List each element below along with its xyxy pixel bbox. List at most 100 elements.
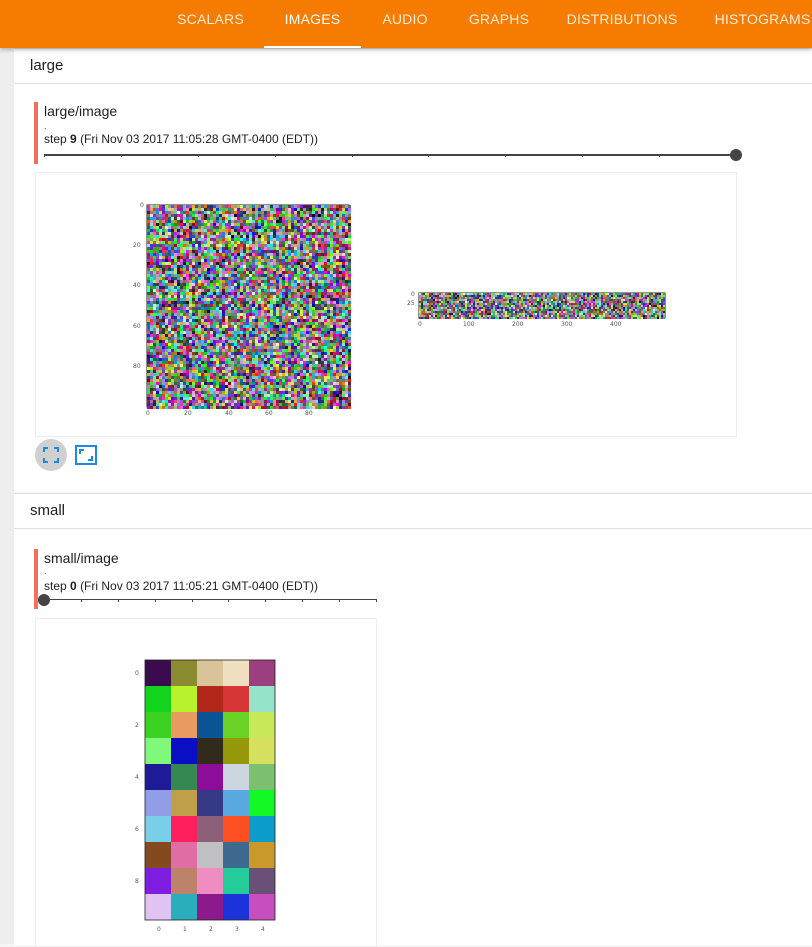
tab-histograms[interactable]: HISTOGRAMS	[700, 0, 812, 48]
tab-scalars[interactable]: SCALARS	[163, 0, 258, 48]
slider-tick	[44, 154, 45, 157]
grid-cell	[197, 660, 223, 686]
tab-graphs[interactable]: GRAPHS	[455, 0, 543, 48]
grid-cell	[145, 816, 171, 842]
grid-cell	[145, 790, 171, 816]
y-tick-label: 60	[133, 323, 141, 330]
x-tick-label: 80	[305, 410, 313, 417]
grid-cell	[249, 764, 275, 790]
tab-distributions[interactable]: DISTRIBUTIONS	[558, 0, 686, 48]
grid-cell	[145, 660, 171, 686]
y-tick-label: 6	[135, 826, 139, 833]
x-tick-label: 2	[209, 926, 213, 933]
group-panel-large: large/image . step 9 (Fri Nov 03 2017 11…	[14, 83, 812, 492]
fit-to-window-icon	[75, 445, 97, 465]
slider-tick	[352, 154, 353, 157]
x-tick-label: 0	[146, 410, 150, 417]
slider-tick	[81, 599, 82, 602]
slider-tick	[339, 599, 340, 602]
grid-cell	[197, 894, 223, 920]
fullscreen-icon	[43, 447, 59, 463]
y-tick-label: 25	[407, 300, 415, 307]
image-frame: 0 20 40 60 80 0 20 40 60 80 0 25 0 100 2…	[35, 172, 737, 437]
slider-knob[interactable]	[730, 149, 742, 161]
group-header-small[interactable]: small	[14, 493, 812, 529]
grid-cell	[223, 816, 249, 842]
step-prefix: step	[44, 579, 67, 593]
grid-cell	[171, 894, 197, 920]
y-tick-label: 20	[133, 242, 141, 249]
image-frame: 0 2 4 6 8 0 1 2 3 4	[35, 618, 377, 947]
grid-cell	[223, 868, 249, 894]
grid-cell	[223, 660, 249, 686]
grid-cell	[197, 712, 223, 738]
grid-cell	[171, 790, 197, 816]
card-title: small/image	[44, 550, 119, 566]
x-tick-label: 100	[463, 321, 474, 328]
step-number: 9	[70, 132, 77, 146]
y-tick-label: 0	[140, 202, 144, 209]
grid-cell	[145, 712, 171, 738]
grid-cell	[171, 712, 197, 738]
grid-cell	[145, 738, 171, 764]
slider-knob[interactable]	[38, 594, 50, 606]
group-header-large[interactable]: large	[14, 48, 812, 84]
grid-cell	[171, 686, 197, 712]
x-tick-label: 60	[265, 410, 273, 417]
grid-cell	[249, 660, 275, 686]
top-navigation-bar: SCALARS IMAGES AUDIO GRAPHS DISTRIBUTION…	[0, 0, 812, 48]
y-tick-label: 8	[135, 878, 139, 885]
slider-tick	[275, 154, 276, 157]
grid-cell	[145, 764, 171, 790]
card-description: .	[44, 567, 47, 575]
grid-cell	[249, 738, 275, 764]
active-tab-indicator	[264, 46, 361, 48]
step-timestamp: (Fri Nov 03 2017 11:05:21 GMT-0400 (EDT)…	[80, 579, 318, 593]
grid-cell	[145, 686, 171, 712]
grid-cell	[145, 842, 171, 868]
noise-image-square	[136, 199, 356, 417]
x-tick-label: 1	[183, 926, 187, 933]
step-info: step 0 (Fri Nov 03 2017 11:05:21 GMT-040…	[44, 579, 318, 593]
x-tick-label: 200	[512, 321, 523, 328]
grid-cell	[223, 686, 249, 712]
grid-cell	[171, 738, 197, 764]
tab-images[interactable]: IMAGES	[264, 0, 361, 48]
grid-cell	[145, 868, 171, 894]
grid-cell	[223, 738, 249, 764]
step-info: step 9 (Fri Nov 03 2017 11:05:28 GMT-040…	[44, 132, 318, 146]
x-tick-label: 20	[184, 410, 192, 417]
grid-cell	[223, 842, 249, 868]
grid-cell	[197, 738, 223, 764]
fit-to-window-button[interactable]	[70, 439, 102, 471]
tab-audio[interactable]: AUDIO	[370, 0, 440, 48]
slider-tick	[376, 599, 377, 602]
grid-cell	[249, 816, 275, 842]
grid-cell	[197, 842, 223, 868]
grid-cell	[145, 894, 171, 920]
group-title: large	[30, 57, 63, 74]
slider-tick	[228, 599, 229, 602]
x-tick-label: 400	[610, 321, 621, 328]
color-grid-image	[136, 659, 286, 929]
slider-track[interactable]	[44, 154, 736, 156]
y-tick-label: 2	[135, 722, 139, 729]
step-number: 0	[70, 579, 77, 593]
grid-cell	[223, 894, 249, 920]
noise-image-wide	[406, 288, 676, 330]
group-title: small	[30, 502, 65, 519]
slider-tick	[121, 154, 122, 157]
grid-cell	[171, 816, 197, 842]
slider-tick	[659, 154, 660, 157]
grid-cell	[171, 660, 197, 686]
slider-tick	[505, 154, 506, 157]
grid-cell	[171, 868, 197, 894]
grid-cell	[249, 712, 275, 738]
grid-cell	[223, 764, 249, 790]
y-tick-label: 0	[411, 291, 415, 298]
grid-cell	[197, 868, 223, 894]
slider-track[interactable]	[44, 599, 376, 600]
grid-cell	[249, 894, 275, 920]
x-tick-label: 4	[261, 926, 265, 933]
fullscreen-button[interactable]	[35, 439, 67, 471]
